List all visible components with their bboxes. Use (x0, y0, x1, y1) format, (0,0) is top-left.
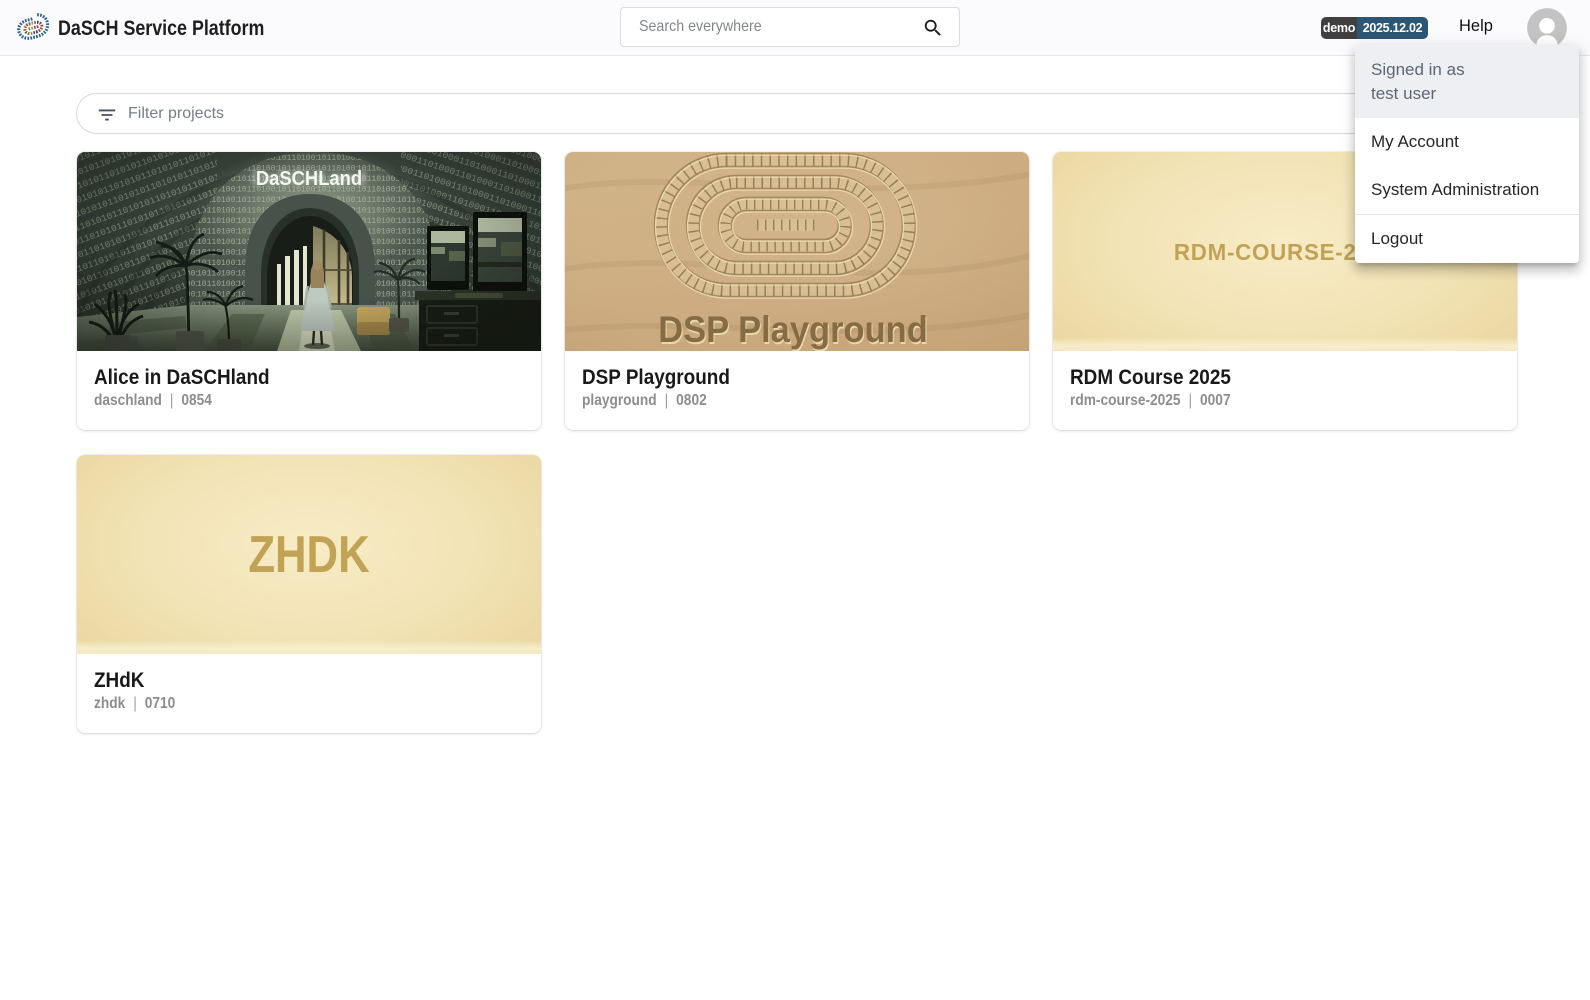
svg-text:DSP Playground: DSP Playground (658, 308, 928, 351)
svg-text:DaSCHLand: DaSCHLand (256, 168, 362, 190)
